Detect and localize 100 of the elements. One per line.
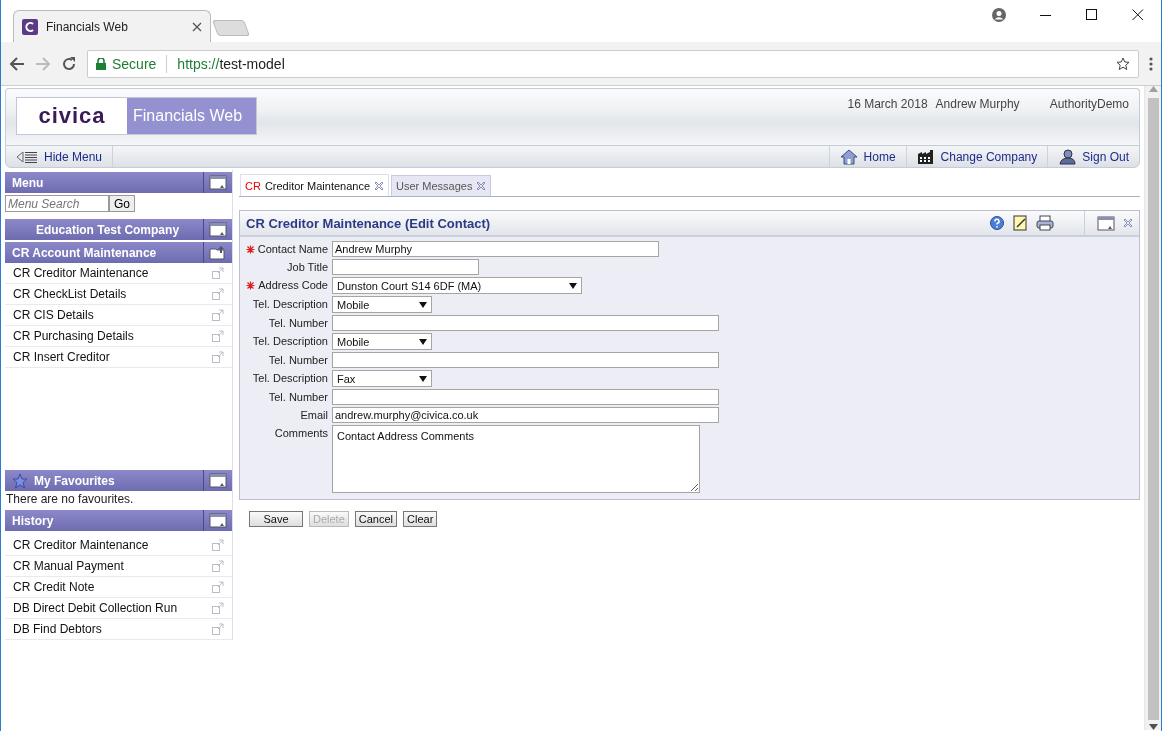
menu-item[interactable]: CR Purchasing Details [5,326,232,347]
form-button[interactable]: Save [249,511,303,527]
text-field[interactable] [332,259,479,275]
app-favicon-icon [22,18,38,35]
menu-item[interactable]: DB Direct Debit Collection Run [5,598,232,619]
popout-icon[interactable] [212,539,224,551]
menu-item[interactable]: CR Creditor Maintenance [5,535,232,556]
required-icon [245,244,255,254]
user-icon [1058,148,1077,165]
window-icon[interactable] [209,513,227,528]
popout-icon[interactable] [212,288,224,300]
panel-title: History [12,513,54,528]
empty-message: There are no favourites. [5,491,135,508]
go-button[interactable]: Go [109,195,135,212]
dropdown[interactable]: Mobile [332,333,432,350]
forward-icon[interactable] [35,55,51,72]
popout-icon[interactable] [212,602,224,614]
dropdown[interactable]: Fax [332,370,432,387]
field-label: Tel. Number [267,316,328,331]
database-name: AuthorityDemo [1049,97,1129,113]
caret-icon [569,282,577,289]
folder-icon[interactable] [209,245,227,260]
field-label: Address Code [240,277,328,293]
nav-link[interactable]: Change Company [905,146,1048,167]
caret-icon [419,338,427,345]
close-icon[interactable] [1132,9,1144,21]
back-icon[interactable] [9,55,25,72]
window-icon[interactable] [209,473,227,488]
building-icon [916,148,935,165]
notes-icon[interactable] [1012,215,1028,231]
menu-item[interactable]: CR Manual Payment [5,556,232,577]
field-label: Email [299,408,328,423]
new-tab-button[interactable] [212,20,250,36]
address-bar[interactable]: Secure https://test-model [87,49,1139,78]
text-field[interactable] [332,315,719,331]
window-icon[interactable] [209,222,227,237]
nav-link[interactable]: Home [828,146,906,167]
tab[interactable]: CR Creditor Maintenance [240,174,390,196]
caret-icon [419,301,427,308]
menu-item[interactable]: CR Credit Note [5,577,232,598]
star-icon[interactable] [1116,56,1130,71]
field-label: Comments [273,426,328,441]
panel-title: My Favourites [34,473,115,488]
popout-icon[interactable] [212,267,224,279]
collapse-menu-icon [16,150,38,163]
caret-icon [419,375,427,382]
hide-menu-button[interactable]: Hide Menu [6,146,114,167]
browser-tab[interactable]: Financials Web [13,10,211,42]
close-icon[interactable] [192,21,202,32]
form-button[interactable]: Cancel [354,511,398,527]
popout-icon[interactable] [212,581,224,593]
menu-search-field[interactable]: Menu Search [5,195,109,212]
date-label: 16 March 2018 [847,97,928,113]
required-icon [246,280,256,290]
text-field[interactable]: andrew.murphy@civica.co.uk [332,407,719,423]
maximize-icon[interactable] [1086,9,1098,21]
menu-item[interactable]: DB Find Debtors [5,619,232,640]
window-icon[interactable] [1097,215,1115,231]
field-label: Job Title [286,260,328,275]
popout-icon[interactable] [212,330,224,342]
text-field[interactable] [332,389,719,405]
comments-field[interactable]: Contact Address Comments [332,425,700,493]
star-icon [12,472,28,489]
menu-item[interactable]: CR Insert Creditor [5,347,232,368]
reload-icon[interactable] [61,55,77,72]
more-icon[interactable] [1149,55,1153,72]
scrollbar[interactable] [1144,86,1161,730]
print-icon[interactable] [1036,215,1054,231]
home-icon [839,148,858,165]
nav-link[interactable]: Sign Out [1047,146,1139,167]
field-label: Contact Name [240,241,328,257]
menu-item[interactable]: CR CIS Details [5,305,232,326]
text-field[interactable] [332,352,719,368]
form-title: CR Creditor Maintenance (Edit Contact) [246,215,491,231]
help-icon[interactable] [990,216,1004,230]
popout-icon[interactable] [212,623,224,635]
field-label: Tel. Description [251,334,328,349]
menu-item[interactable]: CR CheckList Details [5,284,232,305]
profile-icon[interactable] [992,8,1006,22]
brand-logo: civica [17,98,127,134]
panel-title: Education Test Company [35,222,180,237]
lock-icon [96,57,106,70]
text-field[interactable]: Andrew Murphy [332,241,659,257]
dropdown[interactable]: Mobile [332,296,432,313]
panel-title: Menu [12,175,44,190]
security-label: Secure [112,55,157,72]
tab[interactable]: User Messages [391,175,492,196]
menu-item[interactable]: CR Creditor Maintenance [5,263,232,284]
field-label: Tel. Number [267,390,328,405]
popout-icon[interactable] [212,560,224,572]
popout-icon[interactable] [212,351,224,363]
dropdown[interactable]: Dunston Court S14 6DF (MA) [332,277,582,294]
window-icon[interactable] [209,175,227,190]
url-text: https://test-model [177,55,286,72]
form-button[interactable]: Clear [403,511,438,527]
panel-title: CR Account Maintenance [12,245,157,260]
field-label: Tel. Description [251,297,328,312]
popout-icon[interactable] [212,309,224,321]
user-name: Andrew Murphy [935,97,1020,113]
field-label: Tel. Number [267,353,328,368]
